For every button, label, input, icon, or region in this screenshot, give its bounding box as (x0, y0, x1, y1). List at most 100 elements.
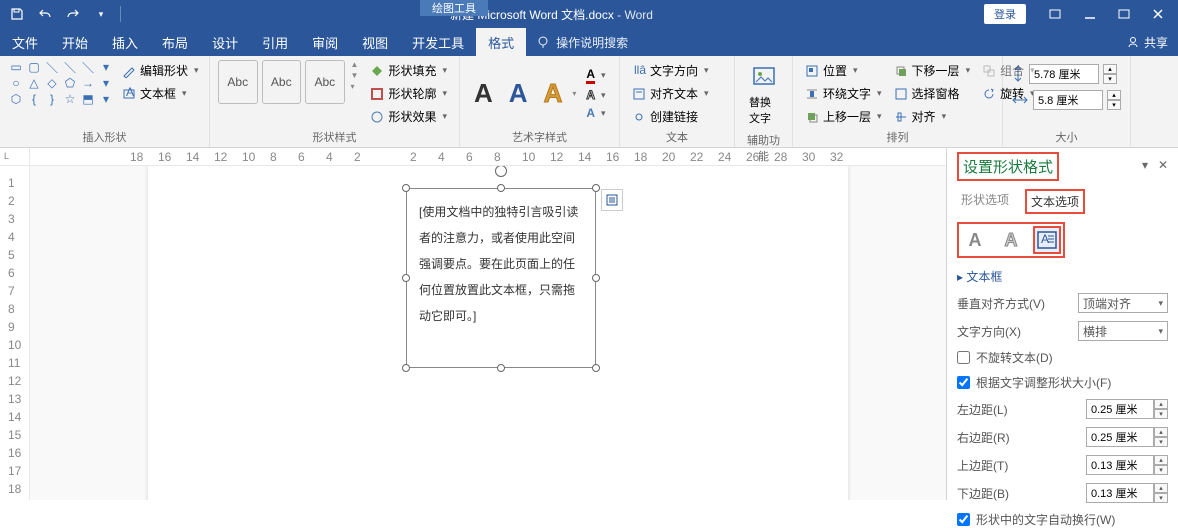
tab-layout[interactable]: 布局 (150, 28, 200, 56)
autofit-checkbox[interactable]: 根据文字调整形状大小(F) (957, 374, 1168, 391)
align-button[interactable]: 对齐▾ (890, 106, 975, 127)
text-direction-button[interactable]: llâ文字方向▾ (628, 60, 713, 81)
lightbulb-icon (536, 35, 550, 49)
close-icon[interactable] (1142, 2, 1174, 26)
maximize-icon[interactable] (1108, 2, 1140, 26)
share-button[interactable]: 共享 (1126, 34, 1168, 51)
mr-down[interactable]: ▾ (1154, 437, 1168, 447)
create-link-button[interactable]: 创建链接 (628, 106, 713, 127)
qat-more-icon[interactable]: ▾ (88, 2, 114, 26)
wordart-more[interactable]: ▾ (572, 89, 576, 98)
resize-handle-tc[interactable] (497, 184, 505, 192)
style-scroll-down[interactable]: ▼ (351, 71, 359, 80)
width-up[interactable]: ▴ (1107, 90, 1121, 100)
position-button[interactable]: 位置▾ (801, 60, 886, 81)
resize-handle-bl[interactable] (402, 364, 410, 372)
align-text-button[interactable]: 对齐文本▾ (628, 83, 713, 104)
style-scroll-up[interactable]: ▲ (351, 60, 359, 69)
shapes-gallery[interactable]: ▭▢＼＼＼▾ ○△◇⬠→▾ ⬡{}☆⬒▾ (8, 60, 114, 106)
margin-bottom-input[interactable] (1086, 483, 1154, 503)
margin-left-input[interactable] (1086, 399, 1154, 419)
textbox-tab-icon[interactable]: A (1033, 226, 1061, 254)
margin-right-input[interactable] (1086, 427, 1154, 447)
ruler-corner: L (0, 148, 30, 165)
ml-down[interactable]: ▾ (1154, 409, 1168, 419)
mr-up[interactable]: ▴ (1154, 427, 1168, 437)
wordart-style-3[interactable]: A (538, 78, 569, 109)
mt-down[interactable]: ▾ (1154, 465, 1168, 475)
tab-review[interactable]: 审阅 (300, 28, 350, 56)
group-button[interactable]: 组合▾ (978, 60, 1039, 81)
tab-file[interactable]: 文件 (0, 28, 50, 56)
edit-shape-icon (122, 64, 136, 78)
textbox-shape[interactable]: [使用文档中的独特引言吸引读者的注意力，或者使用此空间强调要点。要在此页面上的任… (406, 188, 596, 368)
height-down[interactable]: ▾ (1103, 74, 1117, 84)
text-effects-tab-icon[interactable]: A (997, 226, 1025, 254)
wrap-text-button[interactable]: 环绕文字▾ (801, 83, 886, 104)
selection-pane-button[interactable]: 选择窗格 (890, 83, 975, 104)
wordart-style-1[interactable]: A (468, 78, 499, 109)
mb-up[interactable]: ▴ (1154, 483, 1168, 493)
tab-format[interactable]: 格式 (476, 28, 526, 56)
login-button[interactable]: 登录 (974, 2, 1036, 26)
minimize-icon[interactable] (1074, 2, 1106, 26)
shape-effects-button[interactable]: 形状效果▾ (366, 106, 451, 127)
shape-fill-button[interactable]: 形状填充▾ (366, 60, 451, 81)
ml-up[interactable]: ▴ (1154, 399, 1168, 409)
document-title: 新建 Microsoft Word 文档.docx - Word (129, 6, 974, 23)
shape-style-2[interactable]: Abc (262, 60, 302, 104)
tab-design[interactable]: 设计 (200, 28, 250, 56)
resize-handle-tr[interactable] (592, 184, 600, 192)
outline-icon (370, 87, 384, 101)
resize-handle-tl[interactable] (402, 184, 410, 192)
tab-home[interactable]: 开始 (50, 28, 100, 56)
shape-outline-button[interactable]: 形状轮廓▾ (366, 83, 451, 104)
pane-section-textbox[interactable]: ▸ 文本框 (957, 268, 1168, 285)
pane-options-icon[interactable]: ▾ (1142, 158, 1148, 172)
width-down[interactable]: ▾ (1107, 100, 1121, 110)
save-icon[interactable] (4, 2, 30, 26)
wordart-style-2[interactable]: A (503, 78, 534, 109)
width-input[interactable]: 5.8 厘米 (1033, 90, 1103, 110)
resize-handle-bc[interactable] (497, 364, 505, 372)
tab-references[interactable]: 引用 (250, 28, 300, 56)
rotate-handle[interactable] (495, 166, 507, 177)
text-outline-button[interactable]: A▾ (584, 87, 607, 103)
edit-shape-button[interactable]: 编辑形状▾ (118, 60, 203, 81)
pane-close-icon[interactable]: ✕ (1158, 158, 1168, 172)
shape-style-1[interactable]: Abc (218, 60, 258, 104)
height-up[interactable]: ▴ (1103, 64, 1117, 74)
undo-icon[interactable] (32, 2, 58, 26)
height-input[interactable]: 5.78 厘米 (1029, 64, 1099, 84)
tab-insert[interactable]: 插入 (100, 28, 150, 56)
shape-style-3[interactable]: Abc (305, 60, 345, 104)
textbox-content[interactable]: [使用文档中的独特引言吸引读者的注意力，或者使用此空间强调要点。要在此页面上的任… (419, 205, 578, 323)
tab-view[interactable]: 视图 (350, 28, 400, 56)
tell-me-search[interactable]: 操作说明搜索 (526, 34, 638, 51)
pane-tab-text[interactable]: 文本选项 (1025, 189, 1085, 214)
text-dir-select[interactable]: 横排▾ (1078, 321, 1168, 341)
wrap-text-checkbox[interactable]: 形状中的文字自动换行(W) (957, 511, 1168, 528)
text-fill-outline-icon[interactable]: A (961, 226, 989, 254)
mb-down[interactable]: ▾ (1154, 493, 1168, 503)
tab-developer[interactable]: 开发工具 (400, 28, 476, 56)
mt-up[interactable]: ▴ (1154, 455, 1168, 465)
alt-text-button[interactable]: 替换文字 (743, 60, 784, 130)
resize-handle-br[interactable] (592, 364, 600, 372)
text-fill-button[interactable]: A▾ (584, 66, 607, 85)
send-backward-button[interactable]: 下移一层▾ (890, 60, 975, 81)
group-label: 艺术字样式 (468, 127, 611, 145)
resize-handle-ml[interactable] (402, 274, 410, 282)
pane-tab-shape[interactable]: 形状选项 (957, 189, 1013, 214)
ribbon-options-icon[interactable] (1038, 2, 1072, 26)
valign-select[interactable]: 顶端对齐▾ (1078, 293, 1168, 313)
resize-handle-mr[interactable] (592, 274, 600, 282)
text-effects-button[interactable]: A▾ (584, 105, 607, 121)
bring-forward-button[interactable]: 上移一层▾ (801, 106, 886, 127)
textbox-button[interactable]: A文本框▾ (118, 83, 203, 104)
redo-icon[interactable] (60, 2, 86, 26)
margin-top-input[interactable] (1086, 455, 1154, 475)
style-more[interactable]: ▾ (351, 82, 359, 91)
layout-options-icon[interactable] (601, 189, 623, 211)
no-rotate-checkbox[interactable]: 不旋转文本(D) (957, 349, 1168, 366)
